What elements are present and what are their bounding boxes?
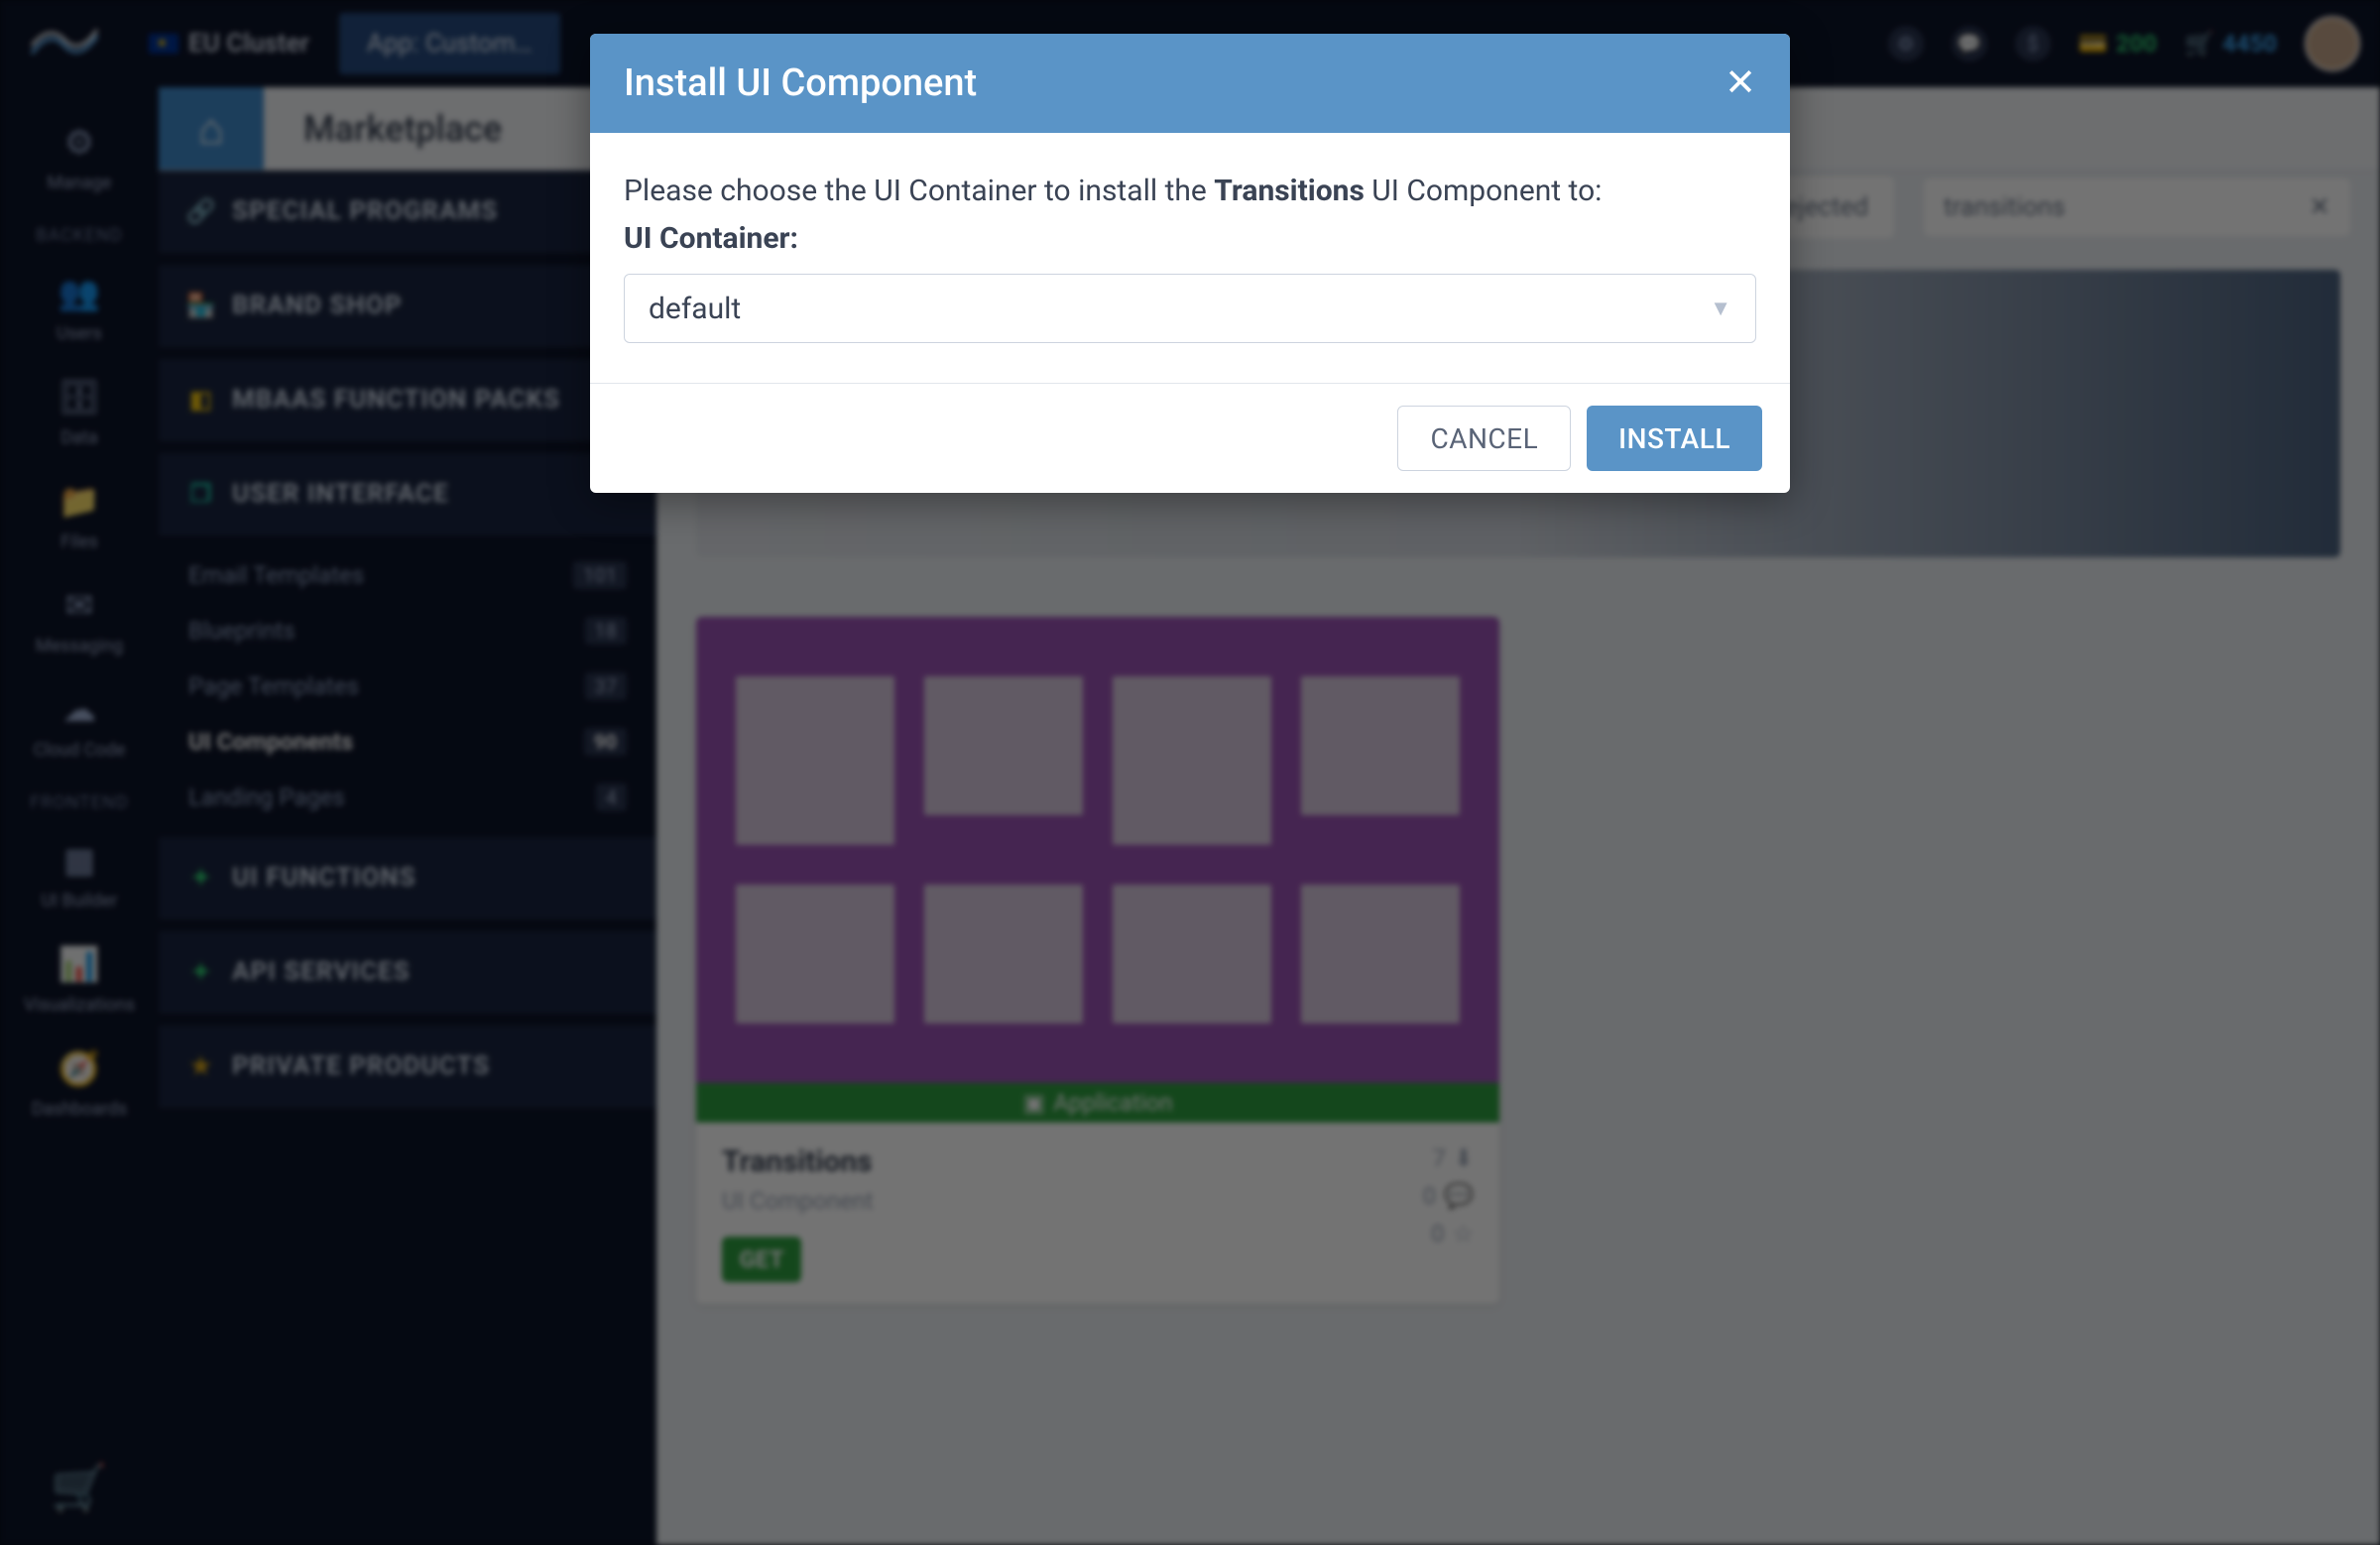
chevron-down-icon: ▼: [1710, 296, 1731, 321]
install-modal: Install UI Component ✕ Please choose the…: [590, 34, 1790, 493]
modal-header: Install UI Component ✕: [590, 34, 1790, 133]
field-label: UI Container:: [624, 221, 1756, 256]
container-select[interactable]: default ▼: [624, 274, 1756, 343]
modal-footer: CANCEL INSTALL: [590, 383, 1790, 493]
modal-prompt: Please choose the UI Container to instal…: [624, 169, 1756, 213]
close-icon[interactable]: ✕: [1725, 64, 1756, 102]
install-button[interactable]: INSTALL: [1587, 406, 1762, 471]
select-value: default: [649, 292, 741, 326]
cancel-button[interactable]: CANCEL: [1397, 406, 1571, 471]
modal-title: Install UI Component: [624, 61, 977, 105]
modal-body: Please choose the UI Container to instal…: [590, 133, 1790, 383]
modal-overlay[interactable]: Install UI Component ✕ Please choose the…: [0, 0, 2380, 1545]
